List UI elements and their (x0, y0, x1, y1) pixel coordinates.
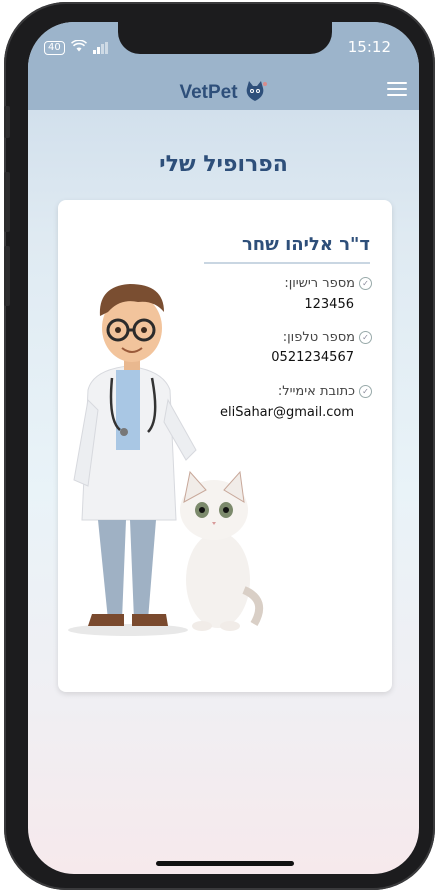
status-time: 15:12 (347, 38, 391, 56)
signal-icon (92, 42, 108, 54)
doctor-name: ד"ר אליהו שחר (241, 234, 370, 255)
menu-icon[interactable] (387, 82, 407, 100)
app-header: 40 15:12 VetPet (28, 22, 419, 110)
email-label: ✓ כתובת אימייל: (278, 384, 372, 399)
notch (118, 22, 332, 54)
profile-card: ד"ר אליהו שחר ✓ מספר רישיון: 123456 ✓ מס… (58, 200, 392, 692)
phone-label-text: מספר טלפון: (282, 330, 355, 345)
screen: 40 15:12 VetPet הפרופיל שלי ד"ר אליהו שח… (28, 22, 419, 874)
volume-up-button (4, 172, 10, 232)
phone-label: ✓ מספר טלפון: (283, 330, 372, 345)
status-bar-left: 40 (44, 39, 108, 56)
wifi-icon (70, 39, 87, 56)
brand-name: VetPet (179, 82, 238, 103)
cat-logo-icon (242, 78, 268, 108)
email-value: eliSahar@gmail.com (220, 405, 354, 420)
check-icon: ✓ (359, 331, 372, 344)
battery-icon: 40 (44, 41, 65, 55)
phone-frame: 40 15:12 VetPet הפרופיל שלי ד"ר אליהו שח… (4, 2, 435, 890)
license-label-text: מספר רישיון: (284, 276, 355, 291)
brand-logo[interactable]: VetPet (28, 78, 419, 108)
check-icon: ✓ (359, 385, 372, 398)
volume-down-button (4, 246, 10, 306)
check-icon: ✓ (359, 277, 372, 290)
license-value: 123456 (304, 297, 354, 312)
phone-value: 0521234567 (271, 350, 354, 365)
name-divider (204, 262, 370, 264)
vet-with-cat-illustration (68, 250, 268, 644)
home-indicator[interactable] (156, 861, 294, 866)
email-label-text: כתובת אימייל: (277, 384, 355, 399)
license-label: ✓ מספר רישיון: (284, 276, 372, 291)
page-title: הפרופיל שלי (159, 152, 288, 177)
mute-switch (4, 106, 10, 138)
